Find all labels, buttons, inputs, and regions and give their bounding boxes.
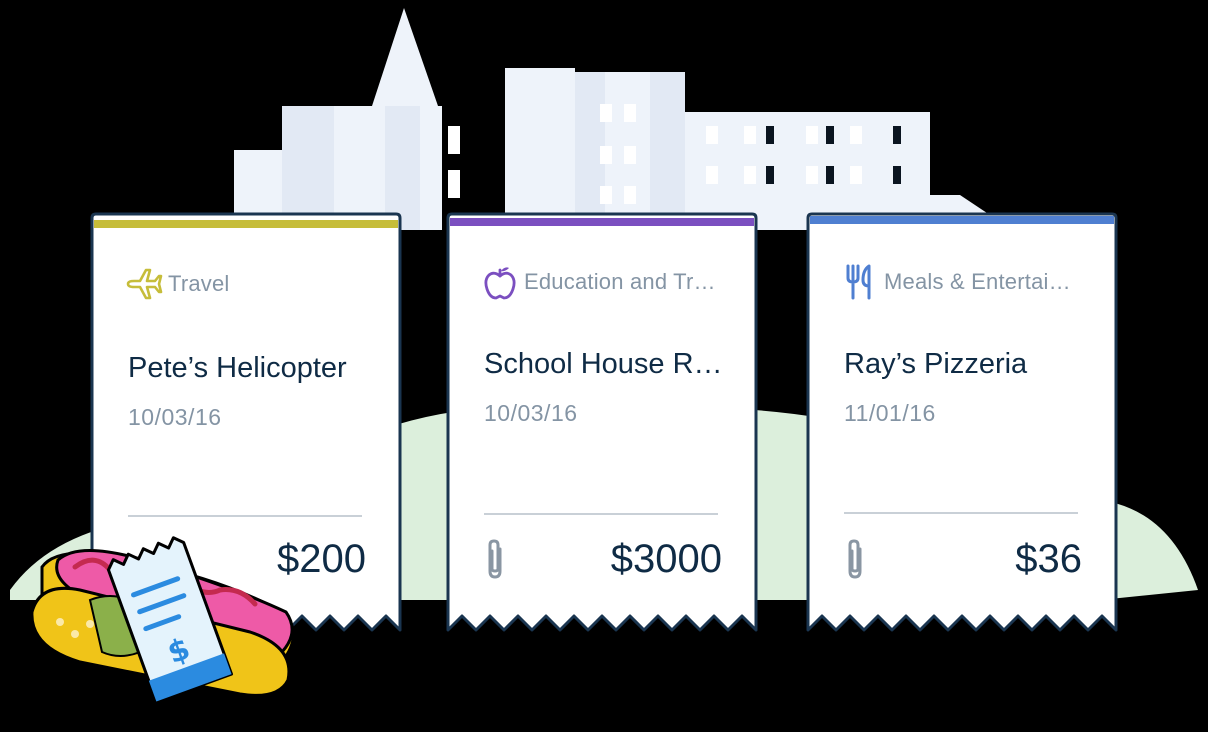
expense-category: Education and Tr… bbox=[480, 262, 716, 302]
airplane-icon bbox=[126, 268, 163, 300]
apple-icon bbox=[484, 267, 516, 300]
expense-amount: $3000 bbox=[610, 537, 722, 581]
expense-amount: $36 bbox=[1015, 537, 1082, 581]
expense-card-education[interactable]: Education and Tr… School House R… 10/03/… bbox=[444, 212, 760, 636]
divider bbox=[844, 512, 1078, 514]
expense-card-meals[interactable]: Meals & Entertai… Ray’s Pizzeria 11/01/1… bbox=[804, 212, 1120, 636]
divider bbox=[484, 513, 718, 515]
merchant-name: School House R… bbox=[484, 348, 723, 380]
paperclip-icon[interactable] bbox=[844, 537, 866, 581]
hotdog-illustration: $ bbox=[30, 536, 295, 703]
category-label: Meals & Entertai… bbox=[884, 269, 1071, 294]
paperclip-icon[interactable] bbox=[484, 537, 506, 581]
expense-category: Travel bbox=[124, 264, 230, 304]
expense-date: 11/01/16 bbox=[844, 400, 936, 426]
category-label: Travel bbox=[168, 271, 230, 296]
expense-date: 10/03/16 bbox=[484, 400, 578, 426]
expense-receipts-illustration: Travel Pete’s Helicopter 10/03/16 $200 E… bbox=[0, 0, 1208, 732]
expense-date: 10/03/16 bbox=[128, 404, 222, 430]
merchant-name: Pete’s Helicopter bbox=[128, 352, 347, 384]
receipt-with-dollar: $ bbox=[106, 536, 234, 703]
category-label: Education and Tr… bbox=[524, 269, 716, 294]
expense-category: Meals & Entertai… bbox=[840, 262, 1071, 302]
fork-knife-icon bbox=[846, 264, 871, 300]
merchant-name: Ray’s Pizzeria bbox=[844, 348, 1028, 380]
